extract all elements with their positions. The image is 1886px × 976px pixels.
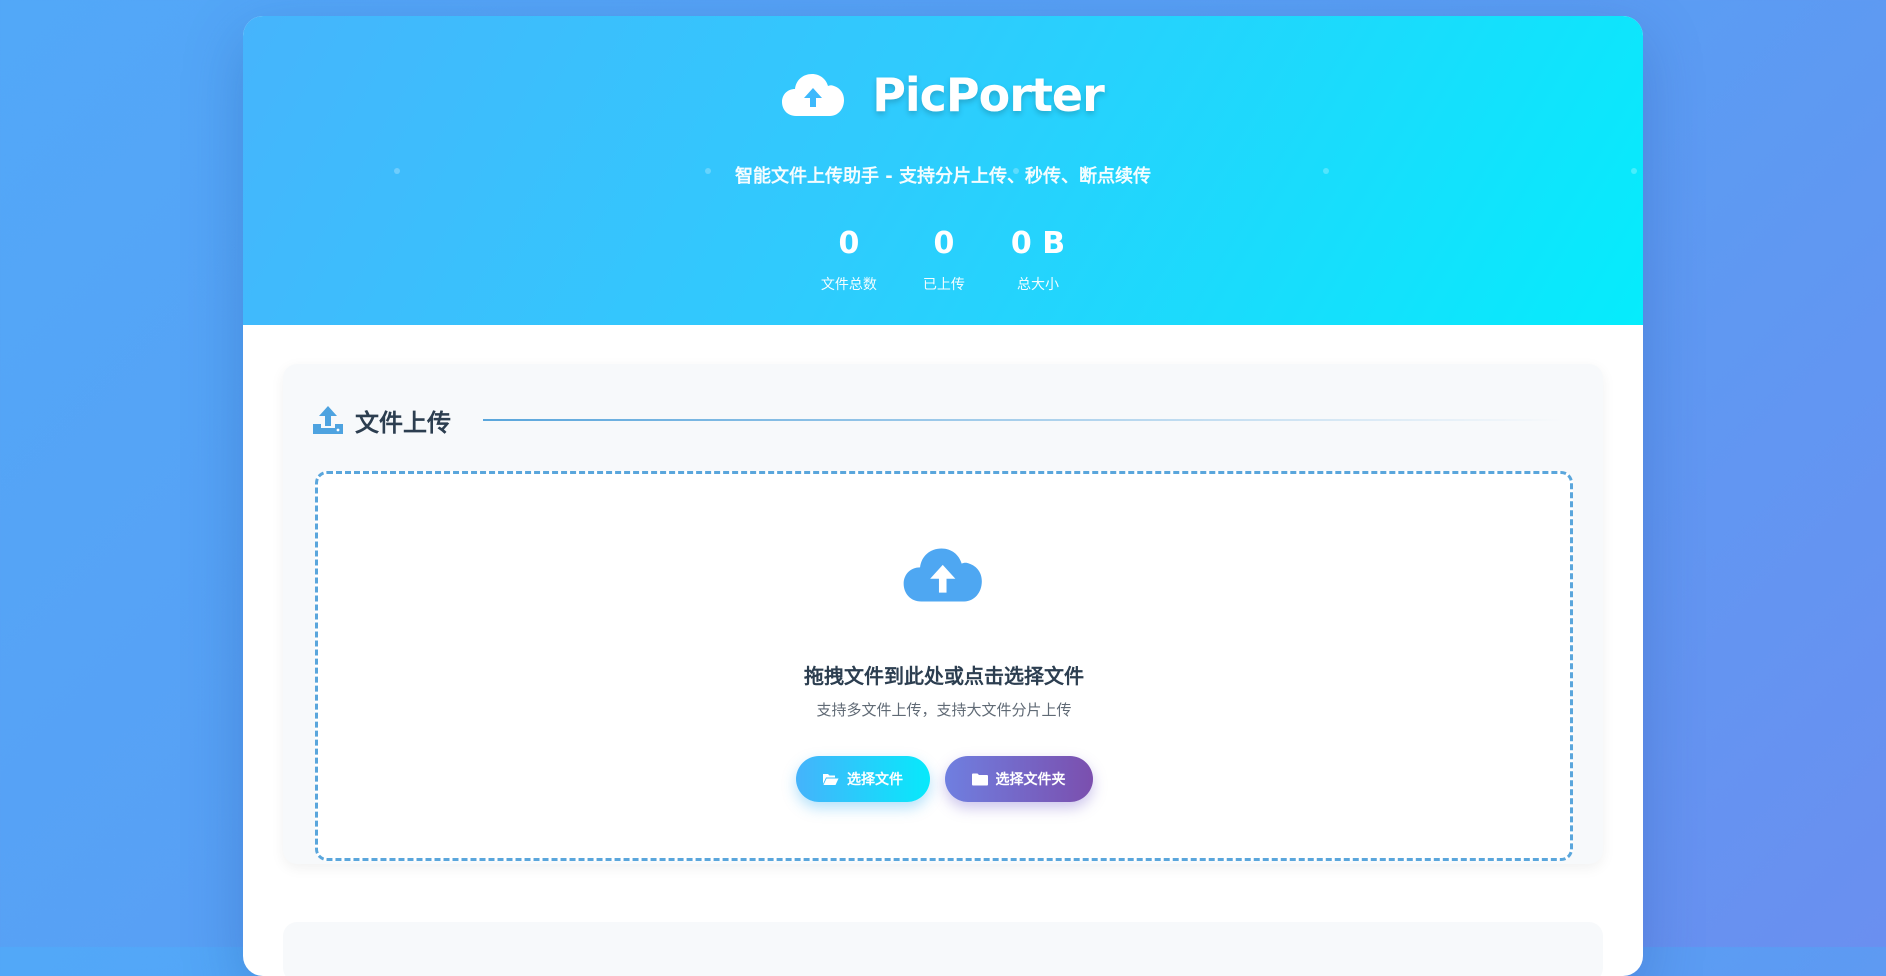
next-panel (283, 922, 1603, 976)
stat-value: 0 (933, 226, 955, 261)
stat-label: 已上传 (922, 277, 965, 293)
hero-header: PicPorter 智能文件上传助手 - 支持分片上传、秒传、断点续传 0 文件… (243, 16, 1643, 325)
select-files-button[interactable]: 选择文件 (795, 756, 930, 802)
file-dropzone[interactable]: 拖拽文件到此处或点击选择文件 支持多文件上传，支持大文件分片上传 选择文件 选择… (315, 471, 1573, 861)
dropzone-icon-wrap (318, 546, 1570, 604)
app-title: PicPorter (872, 68, 1105, 122)
dropzone-hint: 支持多文件上传，支持大文件分片上传 (816, 701, 1072, 719)
section-title: 文件上传 (355, 408, 451, 437)
stat-value: 0 (838, 226, 860, 261)
upload-buttons: 选择文件 选择文件夹 (318, 756, 1570, 802)
upload-icon (313, 406, 343, 434)
stat-label: 文件总数 (820, 277, 877, 293)
section-divider (483, 419, 1563, 421)
brand: PicPorter (243, 68, 1643, 122)
section-header: 文件上传 (313, 400, 1563, 440)
select-folder-label: 选择文件夹 (995, 772, 1066, 788)
stat-value: 0 B (1010, 226, 1066, 261)
select-folder-button[interactable]: 选择文件夹 (944, 756, 1093, 802)
stat-label: 总大小 (1017, 277, 1059, 293)
folder-icon (971, 773, 988, 785)
stats-bar: 0 文件总数 0 已上传 0 B 总大小 (243, 224, 1643, 294)
select-files-label: 选择文件 (847, 772, 903, 788)
upload-panel: 文件上传 拖拽文件到此处或点击选择文件 支持多文件上传，支持大文件分片上传 选择… (283, 364, 1603, 864)
stat-total-files: 0 文件总数 (821, 224, 877, 294)
cloud-upload-icon (782, 74, 845, 116)
cloud-upload-icon (903, 548, 982, 602)
app-subtitle: 智能文件上传助手 - 支持分片上传、秒传、断点续传 (734, 166, 1151, 187)
app-card: PicPorter 智能文件上传助手 - 支持分片上传、秒传、断点续传 0 文件… (243, 16, 1643, 976)
folder-open-icon (823, 774, 839, 785)
stat-uploaded: 0 已上传 (917, 224, 971, 294)
stat-total-size: 0 B 总大小 (1011, 224, 1065, 294)
dropzone-title: 拖拽文件到此处或点击选择文件 (804, 664, 1084, 688)
